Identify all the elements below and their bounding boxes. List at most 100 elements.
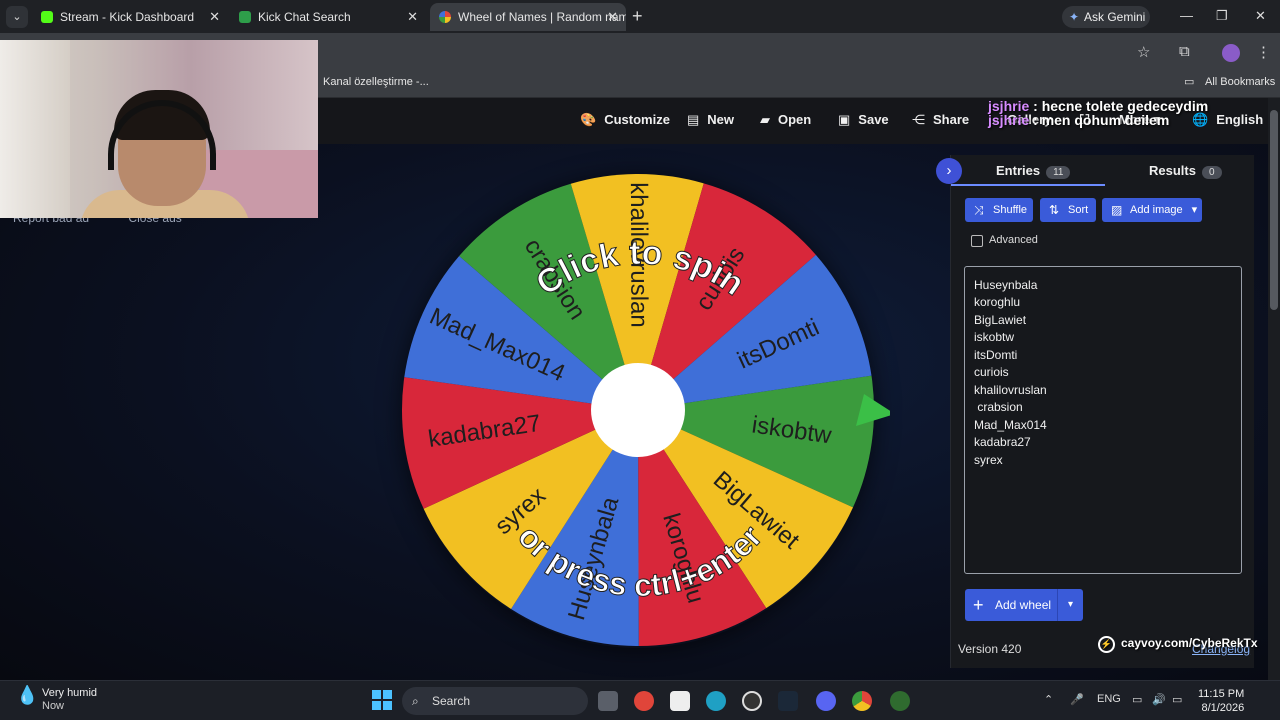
tab-kick-chat-search[interactable]: Kick Chat Search ✕ bbox=[230, 3, 426, 31]
browser-menu-icon[interactable]: ⋮ bbox=[1256, 43, 1271, 61]
clock-time: 11:15 PM bbox=[1198, 688, 1245, 700]
all-bookmarks-link[interactable]: All Bookmarks bbox=[1205, 76, 1275, 88]
extensions-icon[interactable]: ⧉ bbox=[1179, 43, 1190, 60]
name-wheel[interactable]: iskobtwBigLawietkoroghluHuseynbalasyrexk… bbox=[390, 162, 895, 662]
app-icon[interactable] bbox=[890, 691, 910, 711]
minimize-icon[interactable]: — bbox=[1180, 8, 1193, 23]
discord-icon[interactable] bbox=[816, 691, 836, 711]
profile-avatar[interactable] bbox=[1222, 44, 1240, 62]
open-button[interactable]: ▰ Open bbox=[760, 112, 811, 128]
customize-button[interactable]: 🎨 Customize bbox=[580, 112, 670, 128]
entry-item: khalilovruslan bbox=[974, 383, 1047, 397]
start-button[interactable] bbox=[372, 690, 392, 710]
chrome-icon[interactable] bbox=[852, 691, 872, 711]
tab-label: Kick Chat Search bbox=[258, 10, 351, 24]
steam-icon[interactable] bbox=[778, 691, 798, 711]
close-icon[interactable]: ✕ bbox=[607, 3, 618, 31]
new-tab-icon[interactable]: + bbox=[632, 6, 643, 27]
overlay-link-text: cayvoy.com/CybeRekTx bbox=[1121, 636, 1258, 650]
scroll-thumb[interactable] bbox=[1270, 110, 1278, 310]
all-bookmarks-folder-icon: ▭ bbox=[1184, 76, 1195, 88]
chat-search-favicon-icon bbox=[239, 11, 251, 23]
chat-message: jsjhrie : men qohum deilem bbox=[988, 113, 1208, 127]
app-icon[interactable] bbox=[670, 691, 690, 711]
new-button[interactable]: ▤ New bbox=[687, 112, 734, 128]
microphone-icon[interactable]: 🎤 bbox=[1070, 693, 1084, 706]
share-button[interactable]: ⋲ Share bbox=[912, 112, 969, 128]
kick-favicon-icon bbox=[41, 11, 53, 23]
add-image-label: Add image bbox=[1130, 204, 1183, 216]
share-icon: ⋲ bbox=[912, 112, 925, 127]
tab-entries[interactable]: Entries 11 bbox=[996, 163, 1071, 179]
tab-kick-dashboard[interactable]: Stream - Kick Dashboard ✕ bbox=[32, 3, 228, 31]
taskbar-search[interactable]: ⌕ Search bbox=[402, 687, 588, 715]
add-wheel-dropdown-icon[interactable]: ▾ bbox=[1057, 589, 1083, 621]
add-wheel-button[interactable]: + Add wheel ▾ bbox=[965, 589, 1083, 621]
clock-date: 8/1/2026 bbox=[1201, 702, 1245, 714]
shuffle-icon: ⤨ bbox=[974, 203, 984, 217]
new-label: New bbox=[707, 112, 735, 127]
entry-item: koroghlu bbox=[974, 295, 1021, 309]
share-label: Share bbox=[933, 112, 970, 127]
results-count-badge: 0 bbox=[1201, 166, 1222, 179]
entry-item: Huseynbala bbox=[974, 278, 1038, 292]
sort-button[interactable]: ⇅ Sort bbox=[1040, 198, 1096, 222]
task-view-icon[interactable] bbox=[598, 691, 618, 711]
advanced-label: Advanced bbox=[989, 234, 1038, 246]
sort-label: Sort bbox=[1068, 204, 1089, 216]
tab-search-button[interactable]: ⌄ bbox=[6, 6, 28, 28]
add-image-button[interactable]: ▨ Add image ▾ bbox=[1102, 198, 1202, 222]
language-label: English bbox=[1216, 112, 1264, 127]
app-icon[interactable] bbox=[634, 691, 654, 711]
close-icon[interactable]: ✕ bbox=[407, 3, 418, 31]
save-label: Save bbox=[858, 112, 889, 127]
shuffle-button[interactable]: ⤨ Shuffle bbox=[965, 198, 1033, 222]
entry-item: BigLawiet bbox=[974, 313, 1027, 327]
customize-label: Customize bbox=[604, 112, 670, 127]
chat-message: jsjhrie : hecne tolete gedeceydim bbox=[988, 99, 1208, 113]
entries-textarea[interactable]: Huseynbala koroghlu BigLawiet iskobtw it… bbox=[964, 266, 1242, 574]
wheel-favicon-icon bbox=[439, 11, 451, 23]
weather-widget[interactable]: 💧 Very humid Now bbox=[16, 686, 98, 713]
network-icon[interactable]: ▭ bbox=[1132, 693, 1142, 706]
bookmark-star-icon[interactable]: ☆ bbox=[1137, 43, 1150, 61]
restore-icon[interactable]: ❐ bbox=[1216, 8, 1228, 24]
system-clock[interactable]: 11:15 PM 8/1/2026 bbox=[1198, 687, 1244, 715]
webcam-overlay bbox=[0, 40, 318, 218]
window-close-icon[interactable]: ✕ bbox=[1255, 8, 1266, 24]
entry-item: itsDomti bbox=[974, 348, 1018, 362]
show-hidden-icons-icon[interactable]: ⌃ bbox=[1044, 693, 1053, 706]
entries-panel: Entries 11 Results 0 ⤨ Shuffle ⇅ Sort ▨ Add i… bbox=[950, 155, 1254, 668]
input-language[interactable]: ENG bbox=[1097, 693, 1121, 705]
bookmark-item[interactable]: Kanal özelleştirme -... bbox=[323, 76, 429, 88]
search-icon: ⌕ bbox=[412, 694, 419, 708]
ask-gemini-button[interactable]: ✦ Ask Gemini bbox=[1062, 6, 1150, 28]
volume-icon[interactable]: 🔊 bbox=[1152, 693, 1166, 706]
wheel-center-hub[interactable] bbox=[591, 363, 685, 457]
results-tab-label: Results bbox=[1149, 163, 1196, 178]
chat-text: : men qohum deilem bbox=[1029, 112, 1170, 128]
entry-item: crabsion bbox=[974, 400, 1023, 414]
entry-item: syrex bbox=[974, 453, 1003, 467]
chevron-down-icon: ▾ bbox=[1191, 204, 1198, 216]
app-icon[interactable] bbox=[742, 691, 762, 711]
folder-icon: ▰ bbox=[760, 112, 770, 127]
taskbar-search-label: Search bbox=[432, 694, 471, 708]
tab-wheel-of-names[interactable]: Wheel of Names | Random nam ✕ bbox=[430, 3, 626, 31]
close-icon[interactable]: ✕ bbox=[209, 3, 220, 31]
wheel-container[interactable]: iskobtw BigLawiet koroghlu Huseynbala syrex k… bbox=[390, 162, 895, 662]
entry-item: Mad_Max014 bbox=[974, 418, 1047, 432]
advanced-checkbox[interactable] bbox=[971, 235, 983, 247]
page-scrollbar[interactable] bbox=[1268, 98, 1280, 680]
collapse-panel-button[interactable]: › bbox=[936, 158, 962, 184]
edge-icon[interactable] bbox=[706, 691, 726, 711]
chevron-right-icon: › bbox=[946, 162, 952, 179]
entry-item: curiois bbox=[974, 365, 1009, 379]
tab-results[interactable]: Results 0 bbox=[1149, 163, 1222, 179]
weather-title: Very humid bbox=[42, 687, 98, 699]
windows-taskbar: 💧 Very humid Now ⌕ Search ⌃ 🎤 ENG ▭ 🔊 ▭ 1… bbox=[0, 680, 1280, 720]
save-button[interactable]: ▣ Save bbox=[838, 112, 889, 128]
battery-icon[interactable]: ▭ bbox=[1172, 693, 1182, 706]
entry-item: iskobtw bbox=[974, 330, 1015, 344]
webcam-curtain bbox=[0, 40, 70, 218]
